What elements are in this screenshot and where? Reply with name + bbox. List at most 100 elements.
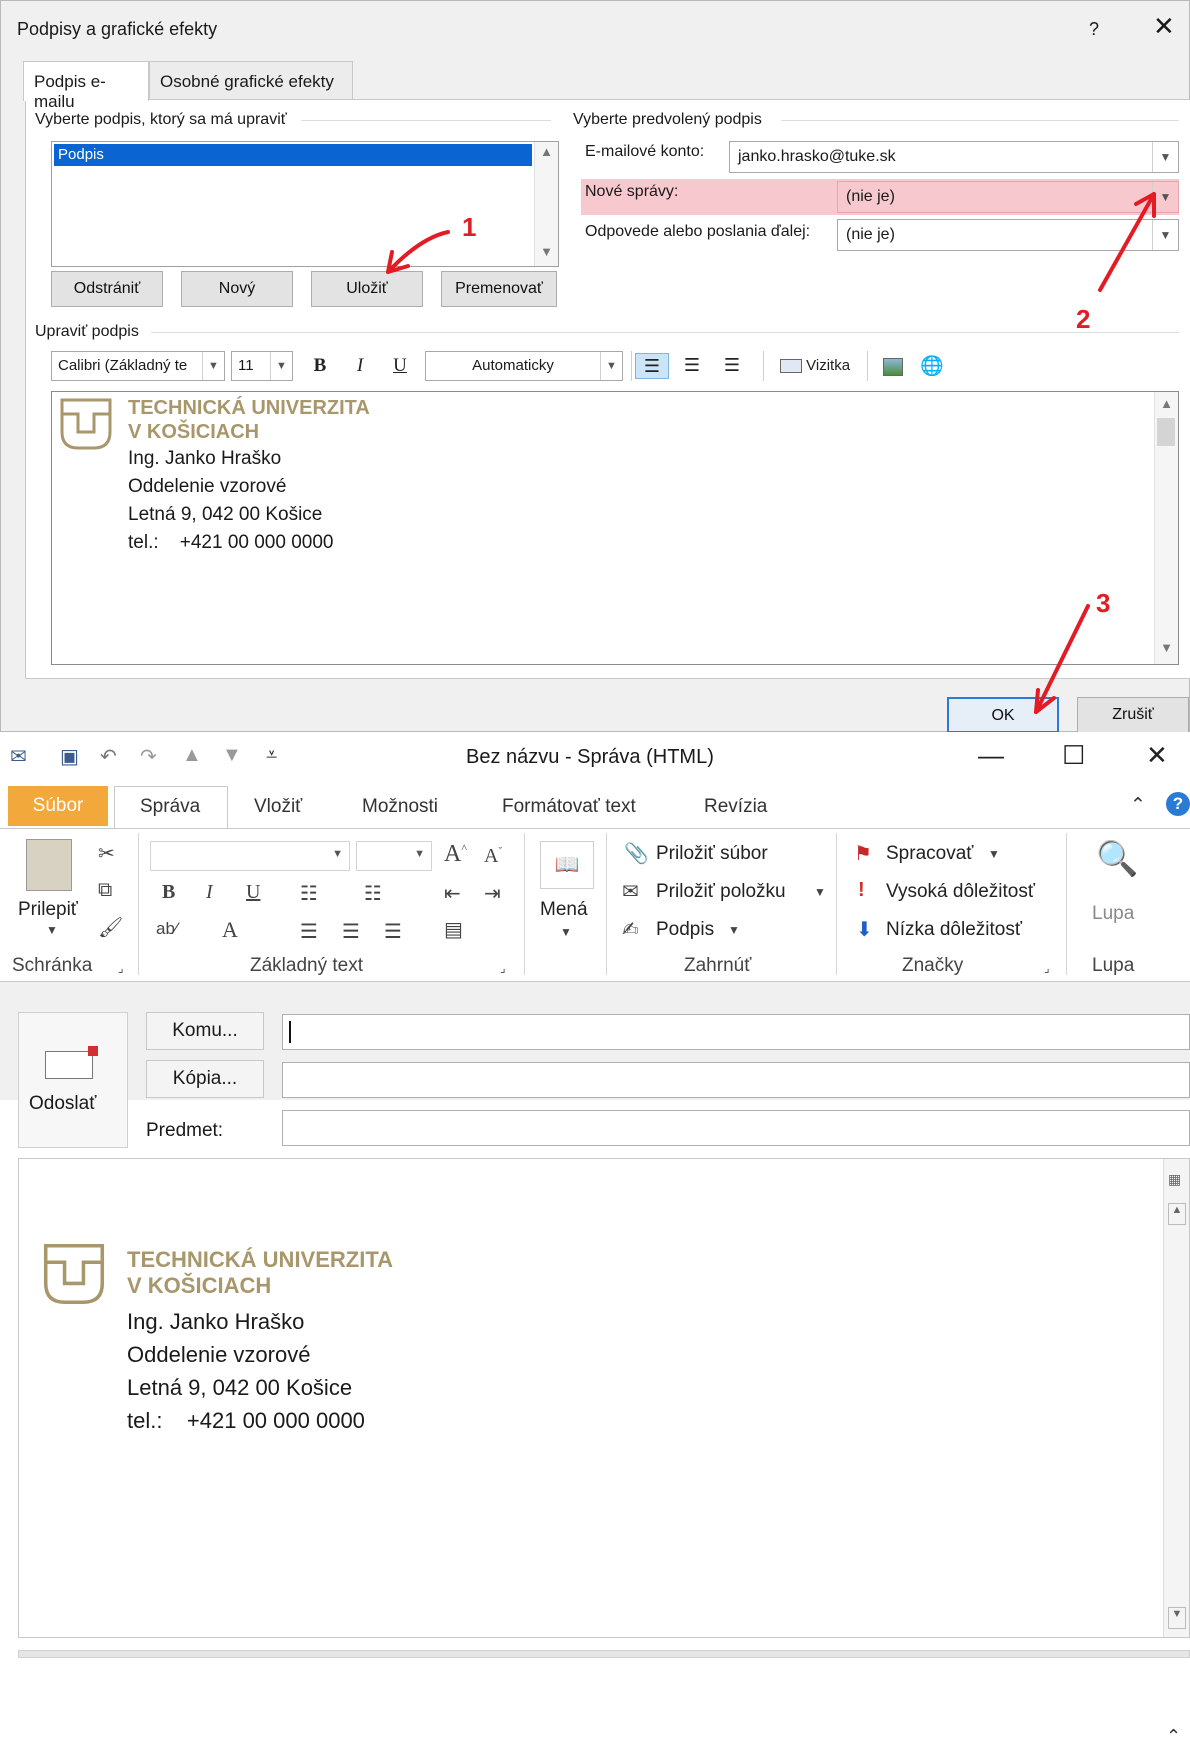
delete-button[interactable]: Odstrániť xyxy=(51,271,163,307)
save-button[interactable]: Uložiť xyxy=(311,271,423,307)
tab-message[interactable]: Správa xyxy=(140,796,200,818)
hyperlink-icon[interactable]: 🌐 xyxy=(917,353,947,379)
attach-file-button[interactable]: Priložiť súbor xyxy=(656,843,768,865)
decrease-indent-icon[interactable]: ⇤ xyxy=(444,881,461,906)
tab-review[interactable]: Revízia xyxy=(704,796,767,818)
scroll-down-icon[interactable]: ▼ xyxy=(535,244,558,264)
shrink-font-icon[interactable]: Aˇ xyxy=(484,845,502,868)
signature-list[interactable]: Podpis ▲ ▼ xyxy=(51,141,559,267)
signature-icon[interactable]: ✍ xyxy=(622,917,639,942)
signature-button[interactable]: Podpis xyxy=(656,919,714,941)
account-dropdown[interactable]: janko.hrasko@tuke.sk ▼ xyxy=(729,141,1179,173)
cc-input[interactable] xyxy=(282,1062,1190,1098)
editor-scrollbar[interactable]: ▲ ▼ xyxy=(1154,392,1178,664)
close-icon[interactable]: ✕ xyxy=(1153,13,1175,39)
up-arrow-icon[interactable]: ▲ xyxy=(182,744,202,767)
font-name-combo[interactable]: ▼ xyxy=(150,841,350,871)
down-arrow-icon[interactable]: ▼ xyxy=(222,744,242,767)
business-card-button[interactable]: Vizitka xyxy=(775,353,855,379)
scroll-down-icon[interactable]: ▼ xyxy=(1155,640,1178,660)
format-painter-icon[interactable]: 🖌 xyxy=(98,915,123,940)
low-importance-button[interactable]: Nízka dôležitosť xyxy=(886,919,1022,941)
tab-file[interactable]: Súbor xyxy=(8,786,108,826)
reply-dropdown[interactable]: (nie je) ▼ xyxy=(837,219,1179,251)
signature-list-item[interactable]: Podpis xyxy=(54,144,532,166)
save-icon[interactable]: ▣ xyxy=(60,744,79,769)
font-color-icon[interactable]: A xyxy=(222,917,238,943)
address-book-icon[interactable]: 📖 xyxy=(540,841,594,889)
scroll-up-icon[interactable]: ▲ xyxy=(1168,1203,1186,1225)
tab-options[interactable]: Možnosti xyxy=(362,796,438,818)
new-messages-dropdown[interactable]: (nie je) ▼ xyxy=(837,181,1179,213)
italic-icon[interactable]: I xyxy=(206,881,213,904)
bullets-icon[interactable]: ☷ xyxy=(300,881,318,906)
attach-file-icon[interactable]: 📎 xyxy=(624,841,649,866)
chevron-down-icon[interactable]: ▼ xyxy=(988,847,1000,861)
chevron-down-icon[interactable]: ▼ xyxy=(332,848,343,860)
chevron-down-icon[interactable]: ▼ xyxy=(270,352,292,380)
paste-button[interactable]: Prilepiť xyxy=(18,899,78,921)
subject-input[interactable] xyxy=(282,1110,1190,1146)
numbering-icon[interactable]: ☷ xyxy=(364,881,382,906)
undo-icon[interactable]: ↶ xyxy=(100,744,117,769)
align-center-icon[interactable]: ☰ xyxy=(677,353,707,379)
flag-icon[interactable]: ⚑ xyxy=(854,841,872,866)
tab-insert[interactable]: Vložiť xyxy=(254,796,302,818)
close-window-icon[interactable]: ✕ xyxy=(1146,740,1168,771)
names-button[interactable]: Mená xyxy=(540,899,588,921)
redo-icon[interactable]: ↷ xyxy=(140,744,157,769)
bold-button[interactable]: B xyxy=(307,353,333,379)
signature-editor[interactable]: ▲ ▼ TECHNICKÁ UNIVERZITA V KOŠICIACH Ing… xyxy=(51,391,1179,665)
chevron-down-icon[interactable]: ▼ xyxy=(202,352,224,380)
chevron-down-icon[interactable]: ▼ xyxy=(600,352,622,380)
minimize-icon[interactable]: — xyxy=(978,740,1004,771)
high-importance-button[interactable]: Vysoká dôležitosť xyxy=(886,881,1035,903)
chevron-down-icon[interactable]: ▼ xyxy=(46,923,58,937)
high-importance-icon[interactable]: ! xyxy=(858,879,865,902)
expand-people-pane-icon[interactable]: ⌃ xyxy=(1166,1726,1181,1747)
copy-icon[interactable]: ⧉ xyxy=(98,879,112,902)
ruler-icon[interactable]: ▦ xyxy=(1168,1171,1181,1188)
chevron-down-icon[interactable]: ▼ xyxy=(1152,220,1178,250)
scroll-up-icon[interactable]: ▲ xyxy=(1155,396,1178,416)
maximize-icon[interactable]: ☐ xyxy=(1062,740,1085,771)
align-left-icon[interactable]: ☰ xyxy=(300,919,318,944)
font-size-combo[interactable]: ▼ xyxy=(356,841,432,871)
help-button[interactable]: ? xyxy=(1089,19,1099,40)
rename-button[interactable]: Premenovať xyxy=(441,271,557,307)
zoom-button[interactable]: Lupa xyxy=(1092,903,1134,925)
highlight-icon[interactable]: ab⁄ xyxy=(156,919,178,939)
cut-icon[interactable]: ✂ xyxy=(98,841,115,866)
align-left-icon[interactable]: ☰ xyxy=(635,353,669,379)
font-size-combo[interactable]: 11 ▼ xyxy=(231,351,293,381)
scroll-down-icon[interactable]: ▼ xyxy=(1168,1607,1186,1629)
insert-picture-icon[interactable] xyxy=(879,353,907,379)
align-right-icon[interactable]: ☰ xyxy=(384,919,402,944)
cancel-button[interactable]: Zrušiť xyxy=(1077,697,1189,733)
bold-icon[interactable]: B xyxy=(162,881,175,904)
customize-toolbar-icon[interactable]: ⩡ xyxy=(266,744,277,767)
tab-personal-stationery[interactable]: Osobné grafické efekty xyxy=(149,61,353,99)
chevron-down-icon[interactable]: ▼ xyxy=(1152,142,1178,172)
list-scrollbar[interactable]: ▲ ▼ xyxy=(534,142,558,266)
align-right-icon[interactable]: ☰ xyxy=(717,353,747,379)
message-body[interactable]: ▦ ▲ ▼ TECHNICKÁ UNIVERZITA V KOŠICIACH I… xyxy=(18,1158,1190,1638)
body-scrollbar[interactable]: ▦ ▲ ▼ xyxy=(1163,1159,1189,1637)
attach-item-icon[interactable]: ✉ xyxy=(622,879,639,904)
styles-icon[interactable]: ▤ xyxy=(444,917,463,942)
align-center-icon[interactable]: ☰ xyxy=(342,919,360,944)
paste-icon[interactable] xyxy=(26,839,72,891)
chevron-down-icon[interactable]: ▼ xyxy=(560,925,572,939)
collapse-ribbon-icon[interactable]: ⌃ xyxy=(1130,794,1146,817)
low-importance-icon[interactable]: ⬇ xyxy=(856,917,873,942)
tab-email-signature[interactable]: Podpis e-mailu xyxy=(23,61,149,111)
italic-button[interactable]: I xyxy=(347,353,373,379)
magnifier-icon[interactable]: 🔍 xyxy=(1096,839,1138,879)
attach-item-button[interactable]: Priložiť položku xyxy=(656,881,786,903)
chevron-down-icon[interactable]: ▼ xyxy=(414,848,425,860)
font-name-combo[interactable]: Calibri (Základný te ▼ xyxy=(51,351,225,381)
grow-font-icon[interactable]: A^ xyxy=(444,841,467,868)
follow-up-button[interactable]: Spracovať xyxy=(886,843,973,865)
underline-icon[interactable]: U xyxy=(246,881,260,904)
color-combo[interactable]: Automaticky ▼ xyxy=(425,351,623,381)
